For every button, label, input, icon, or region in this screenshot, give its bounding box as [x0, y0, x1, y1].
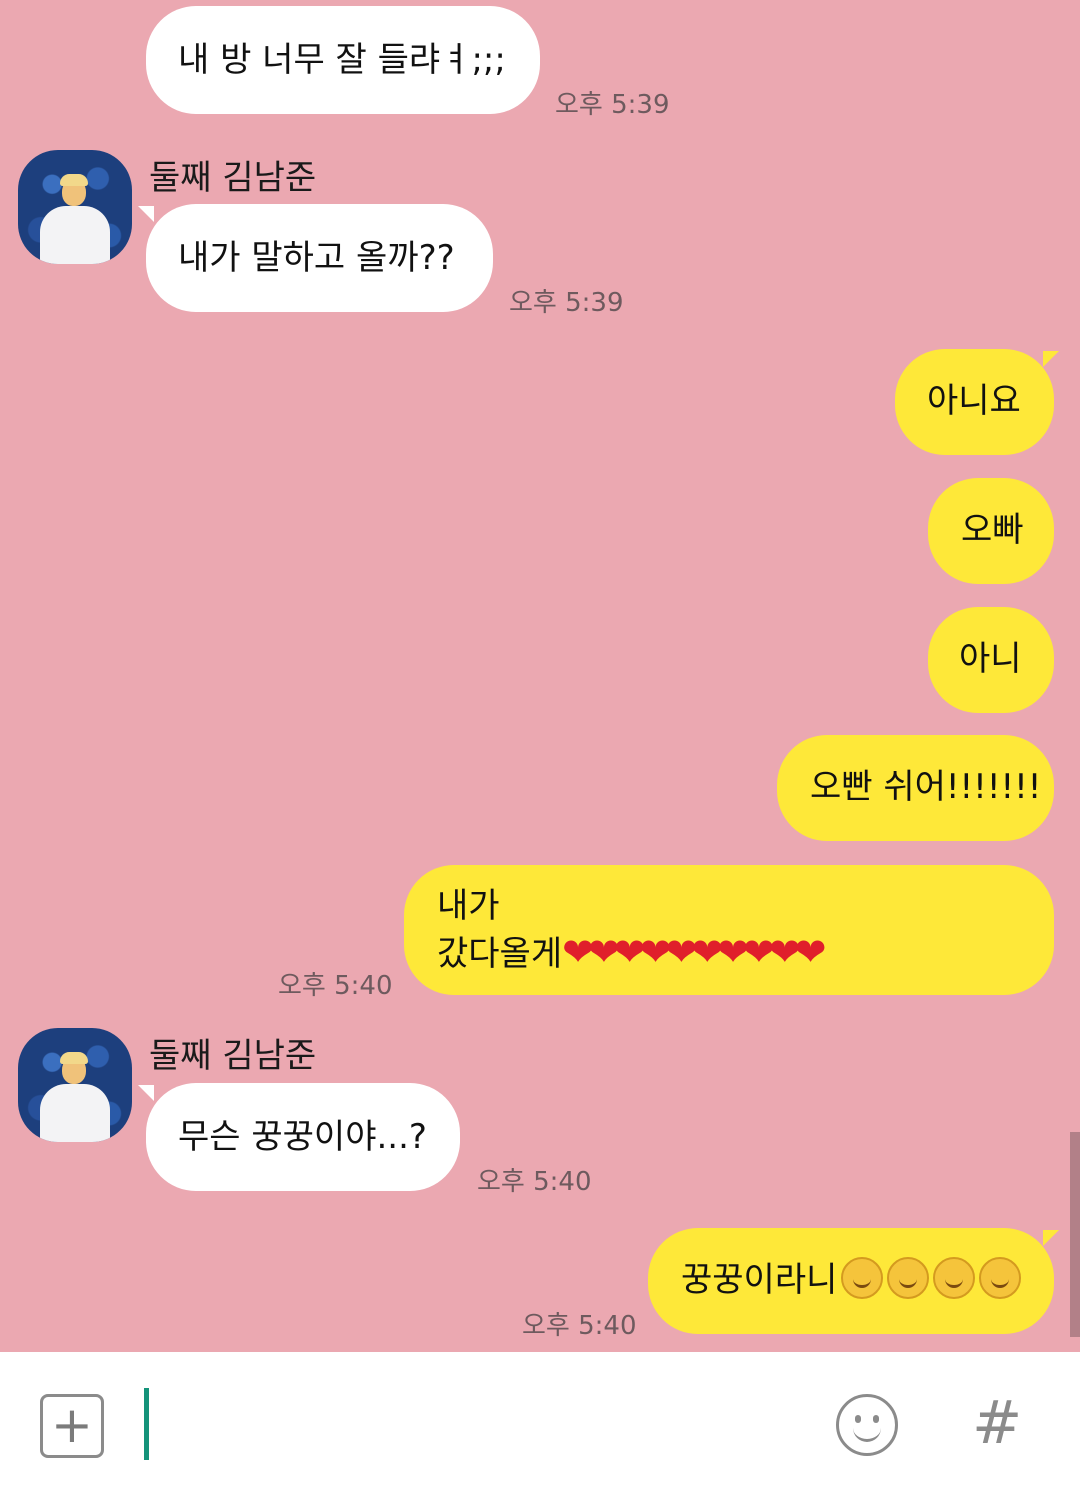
- message-text: 아니요: [927, 381, 1021, 421]
- avatar[interactable]: [18, 1028, 132, 1142]
- message-input-bar: [0, 1352, 1080, 1496]
- message-time: 오후 5:40: [522, 1311, 637, 1341]
- bubble-tail: [1043, 351, 1059, 367]
- smiley-eye-right: [873, 1415, 879, 1423]
- smiling-face-emoji: [841, 1257, 884, 1299]
- message-text: 무슨 꿍꿍이야...?: [178, 1117, 427, 1157]
- avatar-figure-body: [40, 1084, 110, 1142]
- outgoing-message-bubble[interactable]: 내가 갔다올게❤❤❤❤❤❤❤❤❤❤: [404, 865, 1054, 995]
- text-input-cursor[interactable]: [144, 1388, 149, 1460]
- message-text-line-2: 갔다올게❤❤❤❤❤❤❤❤❤❤: [437, 929, 1054, 977]
- message-text-line-1: 내가: [437, 886, 500, 926]
- smiling-face-emoji: [979, 1257, 1022, 1299]
- hashtag-icon[interactable]: #: [972, 1392, 1022, 1454]
- bubble-tail: [138, 206, 154, 222]
- message-time: 오후 5:39: [555, 90, 670, 120]
- outgoing-message-bubble[interactable]: 오빤 쉬어!!!!!!!: [777, 735, 1054, 841]
- scrollbar[interactable]: [1070, 1132, 1080, 1337]
- bubble-tail: [1043, 1230, 1059, 1246]
- message-text: 내 방 너무 잘 들랴ㅕ;;;: [178, 40, 506, 80]
- smiling-face-emoji: [887, 1257, 930, 1299]
- chat-area[interactable]: 내 방 너무 잘 들랴ㅕ;;; 오후 5:39 둘째 김남준 내가 말하고 올까…: [0, 0, 1080, 1352]
- message-time: 오후 5:40: [477, 1167, 592, 1197]
- message-time: 오후 5:39: [509, 288, 624, 318]
- message-text: 내가 말하고 올까??: [178, 238, 455, 278]
- smiling-face-emoji: [933, 1257, 976, 1299]
- sender-name: 둘째 김남준: [149, 158, 317, 198]
- outgoing-message-bubble[interactable]: 아니: [928, 607, 1054, 713]
- message-text: 아니: [959, 639, 1022, 679]
- avatar-figure-hair: [60, 174, 88, 186]
- incoming-message-bubble[interactable]: 내가 말하고 올까??: [146, 204, 493, 312]
- message-text: 꿍꿍이라니: [681, 1260, 838, 1300]
- message-text: 오빠: [961, 510, 1024, 550]
- bubble-tail: [138, 1085, 154, 1101]
- message-text: 오빤 쉬어!!!!!!!: [810, 767, 1042, 807]
- outgoing-message-bubble[interactable]: 오빠: [928, 478, 1054, 584]
- smiley-face-icon[interactable]: [836, 1394, 898, 1456]
- avatar[interactable]: [18, 150, 132, 264]
- incoming-message-bubble[interactable]: 무슨 꿍꿍이야...?: [146, 1083, 460, 1191]
- avatar-figure-body: [40, 206, 110, 264]
- sender-name: 둘째 김남준: [149, 1036, 317, 1076]
- red-heart-emoji: ❤❤❤❤❤❤❤❤❤❤: [562, 930, 826, 974]
- message-time: 오후 5:40: [278, 971, 393, 1001]
- smiley-eye-left: [855, 1415, 861, 1423]
- plus-square-icon[interactable]: +: [40, 1394, 104, 1458]
- message-text: 갔다올게: [437, 934, 563, 974]
- smiley-mouth: [853, 1427, 881, 1442]
- outgoing-message-bubble[interactable]: 꿍꿍이라니: [648, 1228, 1054, 1334]
- outgoing-message-bubble[interactable]: 아니요: [895, 349, 1054, 455]
- incoming-message-bubble[interactable]: 내 방 너무 잘 들랴ㅕ;;;: [146, 6, 540, 114]
- avatar-figure-hair: [60, 1052, 88, 1064]
